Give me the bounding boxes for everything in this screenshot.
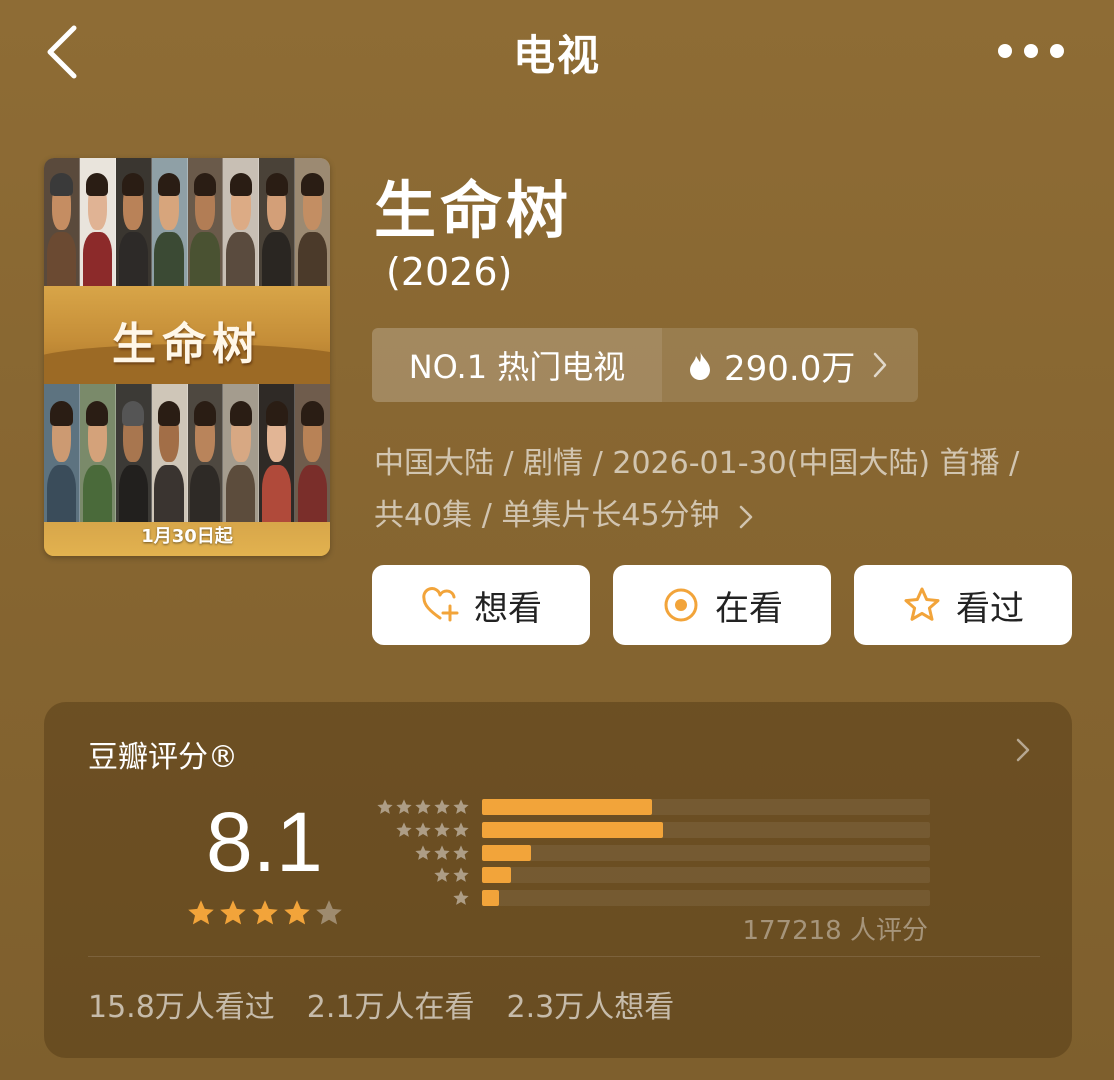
rating-count: 177218 人评分 bbox=[742, 916, 928, 946]
star-filled-icon bbox=[252, 900, 278, 925]
distribution-track bbox=[482, 867, 930, 884]
rating-score: 8.1 bbox=[206, 795, 323, 889]
star-icon bbox=[434, 822, 450, 837]
rating-stars bbox=[186, 898, 344, 928]
poster-cast-row-top bbox=[44, 158, 330, 286]
star-icon bbox=[453, 867, 469, 883]
want-to-watch-button[interactable]: 想看 bbox=[372, 565, 590, 645]
star-outline-icon bbox=[904, 587, 940, 621]
chevron-right-icon[interactable] bbox=[1016, 738, 1030, 762]
star-filled-icon bbox=[220, 900, 246, 925]
flame-icon bbox=[690, 351, 710, 380]
show-meta-info[interactable]: 中国大陆 / 剧情 / 2026-01-30(中国大陆) 首播 / 共40集 /… bbox=[374, 438, 1074, 542]
more-dots-icon bbox=[998, 44, 1012, 58]
star-icon bbox=[396, 822, 412, 837]
star-filled-icon bbox=[188, 900, 214, 925]
distribution-track bbox=[482, 822, 930, 839]
star-icon bbox=[434, 845, 450, 860]
star-icon bbox=[415, 822, 431, 837]
page-title: 电视 bbox=[512, 31, 601, 80]
poster-cast-row-bottom bbox=[44, 384, 330, 524]
star-filled-icon bbox=[284, 900, 310, 925]
star-icon bbox=[453, 845, 469, 860]
rank-label: NO.1 热门电视 bbox=[372, 328, 662, 402]
rating-card[interactable]: 豆瓣评分® 8.1 177218 人评分 15.8万人看过 2.1万人在看 2.… bbox=[44, 702, 1072, 1058]
distribution-row-5-star bbox=[366, 796, 930, 819]
star-icon bbox=[434, 867, 450, 883]
divider bbox=[88, 956, 1040, 957]
poster-date: 1月30日起 bbox=[141, 526, 233, 547]
watched-label: 看过 bbox=[956, 588, 1024, 629]
distribution-bar bbox=[482, 799, 653, 816]
star-icon bbox=[453, 822, 469, 837]
star-icon bbox=[434, 799, 450, 815]
distribution-row-2-star bbox=[366, 864, 930, 887]
star-empty-icon bbox=[316, 900, 342, 925]
ranking-badge[interactable]: NO.1 热门电视 290.0万 bbox=[372, 328, 918, 402]
meta-line-2-wrap: 共40集 / 单集片长45分钟 bbox=[374, 490, 1074, 542]
meta-line-2: 共40集 / 单集片长45分钟 bbox=[374, 498, 720, 533]
distribution-row-1-star bbox=[366, 887, 930, 910]
watching-label: 在看 bbox=[715, 588, 783, 629]
distribution-star-label bbox=[366, 889, 470, 907]
show-title: 生命树 bbox=[374, 174, 573, 247]
heart-plus-icon bbox=[422, 587, 459, 622]
want-count: 2.3万人想看 bbox=[506, 990, 675, 1025]
distribution-star-label bbox=[366, 866, 470, 884]
distribution-bar bbox=[482, 867, 511, 884]
rating-label: 豆瓣评分® bbox=[88, 740, 238, 775]
watching-button[interactable]: 在看 bbox=[613, 565, 831, 645]
star-icon bbox=[396, 799, 412, 815]
distribution-star-label bbox=[366, 798, 470, 816]
star-icon bbox=[377, 799, 393, 815]
distribution-row-3-star bbox=[366, 841, 930, 864]
more-options-button[interactable] bbox=[998, 40, 1064, 62]
distribution-bar bbox=[482, 822, 664, 839]
watching-count: 2.1万人在看 bbox=[306, 990, 475, 1025]
distribution-track bbox=[482, 799, 930, 816]
distribution-star-label bbox=[366, 844, 470, 862]
star-icon bbox=[453, 799, 469, 815]
distribution-bar bbox=[482, 890, 500, 907]
watched-button[interactable]: 看过 bbox=[854, 565, 1072, 645]
star-icon bbox=[415, 845, 431, 860]
chevron-right-icon bbox=[874, 352, 887, 378]
watched-count: 15.8万人看过 bbox=[88, 990, 275, 1025]
rating-distribution bbox=[366, 796, 930, 909]
target-icon bbox=[664, 588, 698, 622]
rating-stats: 15.8万人看过 2.1万人在看 2.3万人想看 bbox=[88, 982, 674, 1026]
star-icon bbox=[415, 799, 431, 815]
distribution-track bbox=[482, 890, 930, 907]
show-year: (2026) bbox=[386, 250, 513, 294]
want-to-watch-label: 想看 bbox=[474, 588, 542, 629]
show-poster[interactable]: 生命树 1月30日起 bbox=[44, 158, 330, 556]
heat-value: 290.0万 bbox=[724, 348, 856, 389]
heat-value-container: 290.0万 bbox=[662, 328, 918, 402]
star-icon bbox=[453, 890, 469, 905]
meta-line-1: 中国大陆 / 剧情 / 2026-01-30(中国大陆) 首播 / bbox=[374, 446, 1020, 481]
distribution-track bbox=[482, 844, 930, 861]
distribution-row-4-star bbox=[366, 819, 930, 842]
distribution-bar bbox=[482, 844, 532, 861]
poster-logo: 生命树 bbox=[112, 319, 262, 370]
chevron-right-icon bbox=[739, 505, 753, 528]
distribution-star-label bbox=[366, 821, 470, 839]
